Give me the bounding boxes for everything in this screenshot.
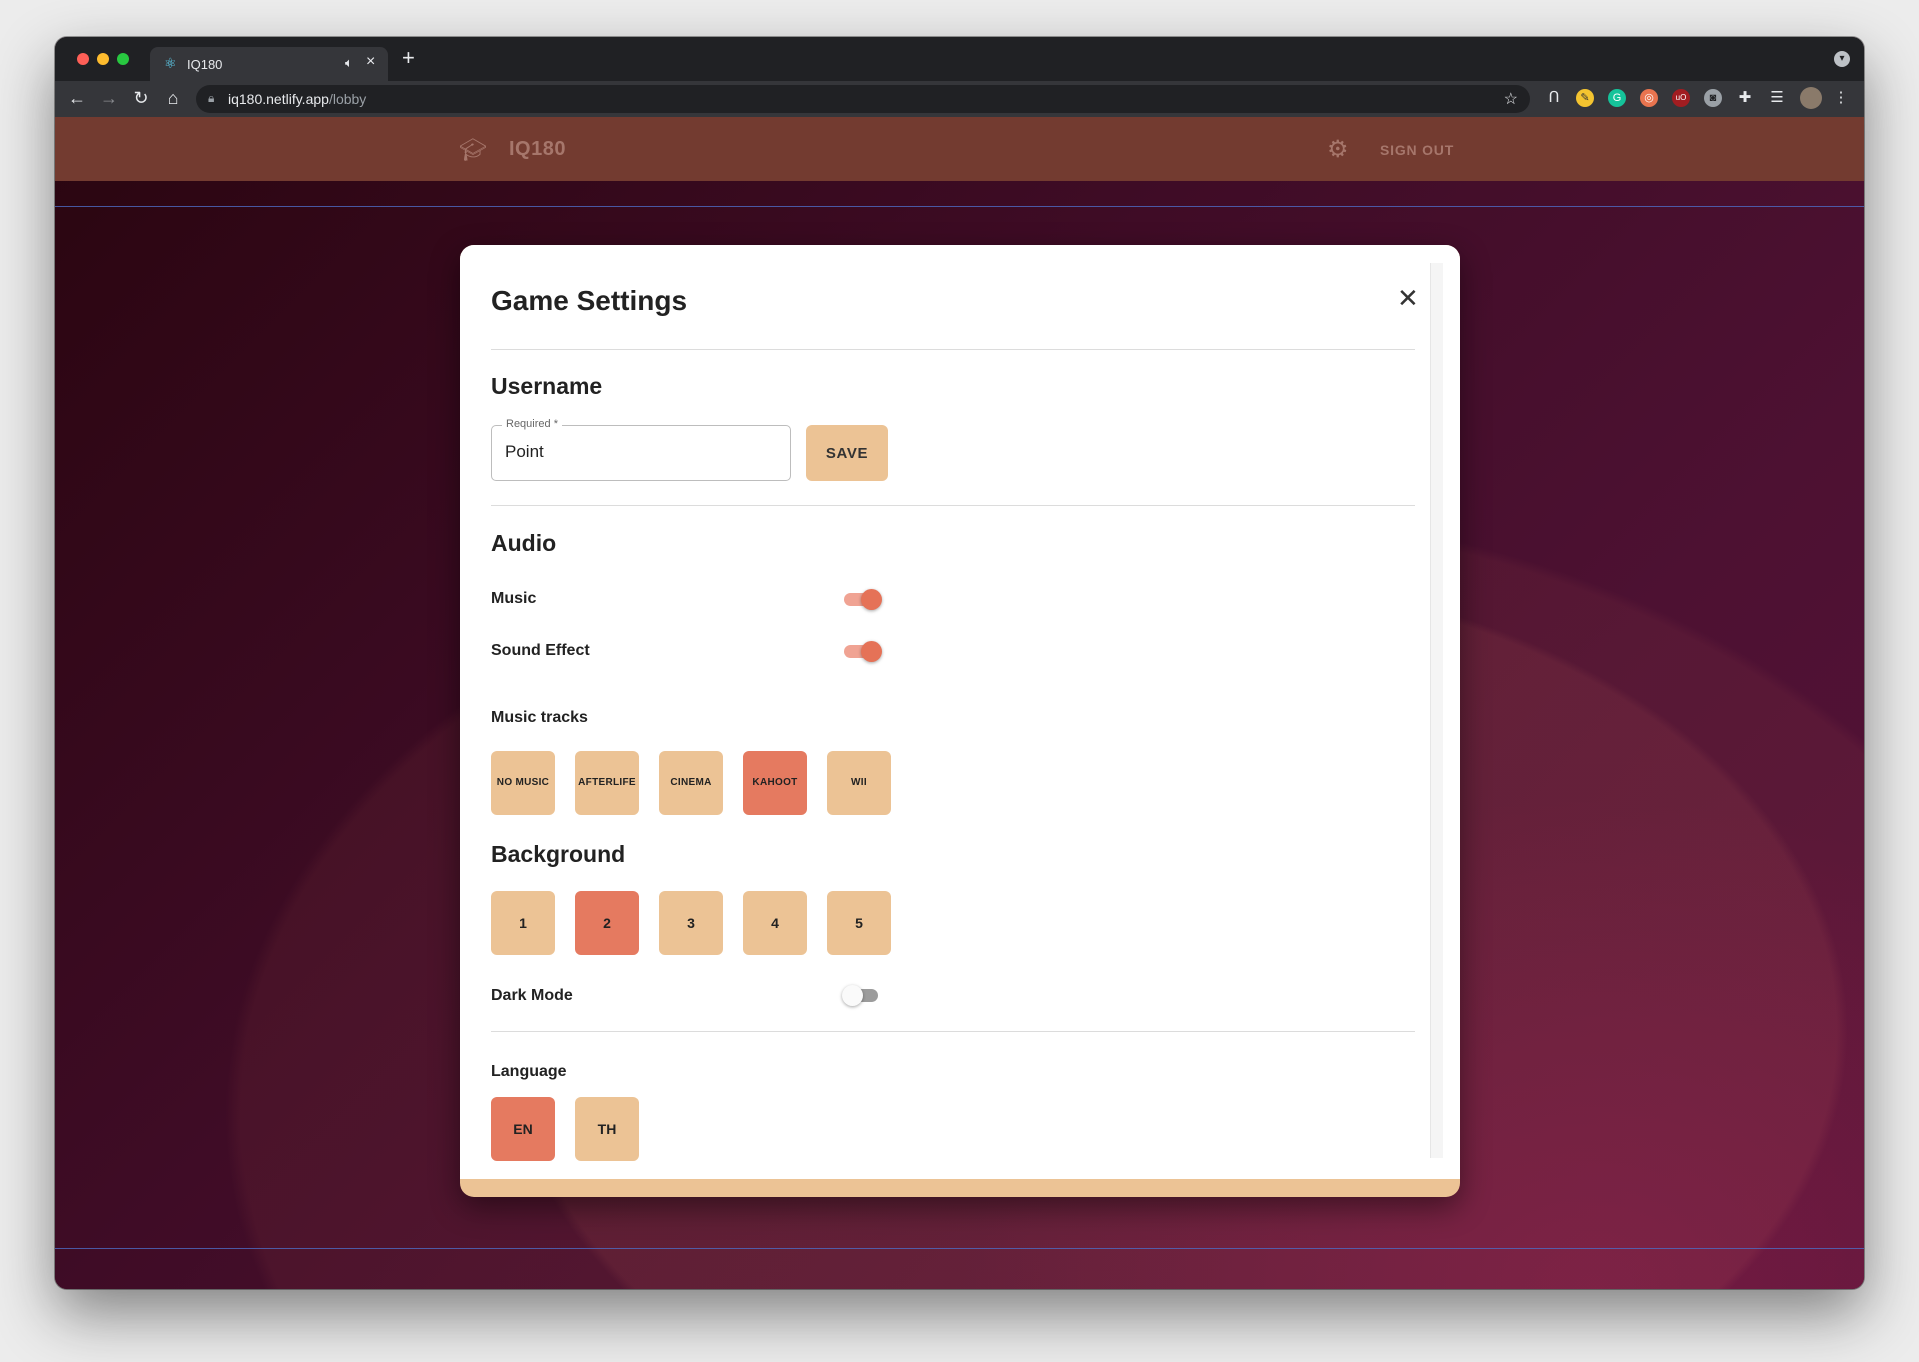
back-arrow-icon[interactable]: ← <box>66 88 88 109</box>
graduation-cap-icon: 🎓︎ <box>459 137 487 162</box>
dark-mode-label: Dark Mode <box>491 987 573 1004</box>
forward-arrow-icon[interactable]: → <box>98 88 120 109</box>
background-3-button[interactable]: 3 <box>659 891 723 955</box>
background-2-button[interactable]: 2 <box>575 891 639 955</box>
lock-icon: 🔒︎ <box>208 91 215 105</box>
track-cinema-button[interactable]: CINEMA <box>659 751 723 815</box>
track-kahoot-button[interactable]: KAHOOT <box>743 751 807 815</box>
music-tracks-label: Music tracks <box>491 709 588 726</box>
maximize-window-button[interactable] <box>117 53 129 65</box>
background-4-button[interactable]: 4 <box>743 891 807 955</box>
extension-icon[interactable]: ✎ <box>1576 89 1594 107</box>
page-content: 🎓︎ IQ180 ⚙ SIGN OUT Game Settings ✕ User… <box>55 117 1864 1289</box>
dark-mode-toggle-thumb <box>842 985 863 1006</box>
tab-title: IQ180 <box>187 57 223 72</box>
settings-dialog: Game Settings ✕ Username Required * SAVE… <box>460 245 1460 1197</box>
username-heading: Username <box>491 373 603 399</box>
avatar[interactable] <box>1800 87 1822 109</box>
ublock-icon[interactable]: uO <box>1672 89 1690 107</box>
close-tab-icon[interactable]: × <box>366 53 375 71</box>
minimize-window-button[interactable] <box>97 53 109 65</box>
tab-search-button[interactable]: ▾ <box>1834 51 1850 67</box>
audio-heading: Audio <box>491 530 557 556</box>
background-1-button[interactable]: 1 <box>491 891 555 955</box>
scrollbar[interactable] <box>1430 263 1443 1158</box>
sound-effect-toggle[interactable] <box>842 639 882 663</box>
username-field-label: Required * <box>502 418 562 430</box>
track-afterlife-button[interactable]: AFTERLIFE <box>575 751 639 815</box>
url-text: iq180.netlify.app/lobby <box>228 91 367 107</box>
reading-list-icon[interactable]: ☰ <box>1768 89 1786 107</box>
tab-strip: ⚛ IQ180 🔈︎ × + ▾ <box>55 37 1864 81</box>
divider <box>55 1248 1864 1249</box>
app-bar: 🎓︎ IQ180 ⚙ SIGN OUT <box>55 117 1864 181</box>
sign-out-button[interactable]: SIGN OUT <box>1380 142 1454 158</box>
grammarly-icon[interactable]: G <box>1608 89 1626 107</box>
new-tab-button[interactable]: + <box>402 45 415 71</box>
address-bar[interactable]: 🔒︎ iq180.netlify.app/lobby ☆ <box>196 85 1530 113</box>
track-wii-button[interactable]: WII <box>827 751 891 815</box>
home-icon[interactable]: ⌂ <box>162 88 184 109</box>
gear-icon[interactable]: ⚙ <box>1327 135 1349 164</box>
divider <box>55 206 1864 207</box>
username-input[interactable] <box>505 442 775 462</box>
language-en-button[interactable]: EN <box>491 1097 555 1161</box>
sound-effect-label: Sound Effect <box>491 642 590 659</box>
browser-tab[interactable]: ⚛ IQ180 🔈︎ × <box>150 47 388 81</box>
background-5-button[interactable]: 5 <box>827 891 891 955</box>
dialog-body: Game Settings ✕ Username Required * SAVE… <box>460 245 1460 1179</box>
extension-icon[interactable]: ◎ <box>1640 89 1658 107</box>
divider <box>491 505 1415 506</box>
brand-name: IQ180 <box>509 138 566 160</box>
dark-mode-toggle[interactable] <box>842 983 880 1007</box>
speaker-icon[interactable]: 🔈︎ <box>345 55 353 71</box>
reload-icon[interactable]: ↻ <box>130 88 152 109</box>
divider <box>491 1031 1415 1032</box>
dialog-title: Game Settings <box>491 285 688 316</box>
username-field[interactable]: Required * <box>491 418 791 481</box>
bookmark-star-icon[interactable]: ☆ <box>1504 89 1518 109</box>
track-no-music-button[interactable]: NO MUSIC <box>491 751 555 815</box>
react-icon: ⚛ <box>164 55 177 71</box>
divider <box>491 349 1415 350</box>
language-label: Language <box>491 1063 567 1080</box>
background-heading: Background <box>491 841 626 867</box>
close-icon[interactable]: ✕ <box>1397 283 1419 314</box>
close-window-button[interactable] <box>77 53 89 65</box>
browser-toolbar: ← → ↻ ⌂ 🔒︎ iq180.netlify.app/lobby ☆ Ո ✎… <box>55 81 1864 117</box>
extension-icon[interactable]: Ո <box>1545 89 1563 107</box>
music-toggle[interactable] <box>842 587 882 611</box>
music-toggle-thumb <box>861 589 882 610</box>
puzzle-icon[interactable]: ✚ <box>1736 89 1754 107</box>
kebab-menu-icon[interactable]: ⋮ <box>1832 89 1850 107</box>
camera-icon[interactable]: ◙ <box>1704 89 1722 107</box>
language-th-button[interactable]: TH <box>575 1097 639 1161</box>
save-button[interactable]: SAVE <box>806 425 888 481</box>
browser-window: ⚛ IQ180 🔈︎ × + ▾ ← → ↻ ⌂ 🔒︎ iq180.netlif… <box>55 37 1864 1289</box>
sound-effect-toggle-thumb <box>861 641 882 662</box>
music-label: Music <box>491 590 537 607</box>
